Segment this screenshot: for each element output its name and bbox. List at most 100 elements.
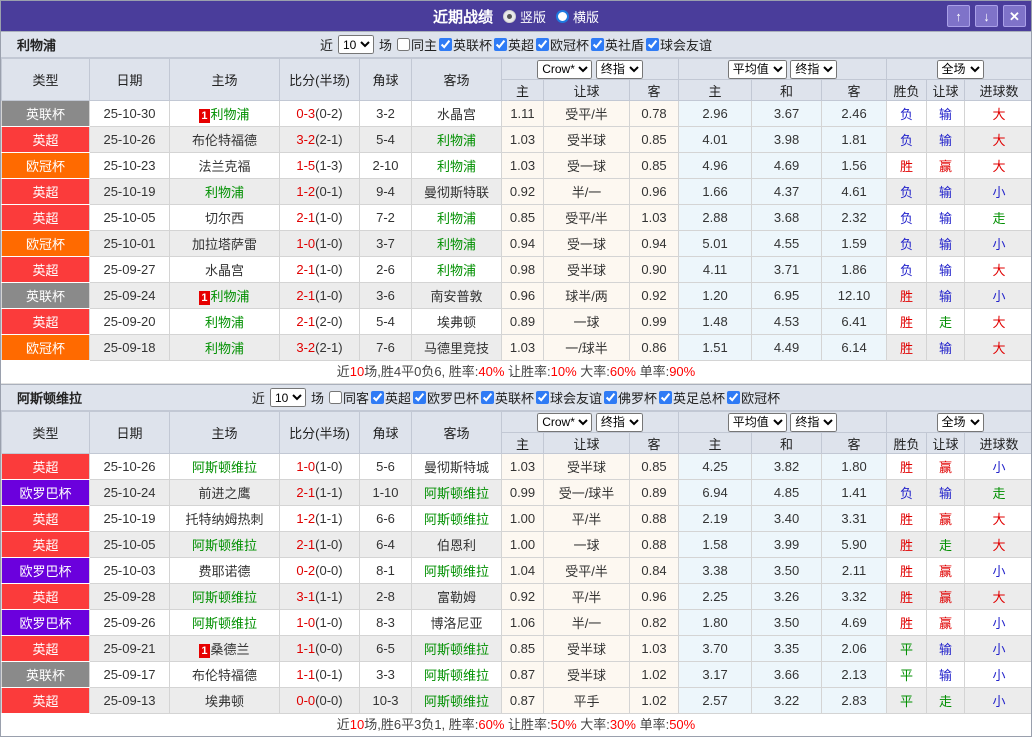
away-team-cell: 伯恩利 [411,531,502,558]
avg-home-odds: 3.17 [678,661,753,688]
crow-handicap: 受半球 [543,661,630,688]
avg-away-odds: 2.46 [821,100,888,127]
crow-handicap: 受半球 [543,635,630,662]
crow-away-odds: 0.82 [628,609,680,636]
header-type: 类型 [1,411,90,454]
team-label: 利物浦 [436,211,476,226]
recent-count-select[interactable]: 10 [337,35,374,54]
odds-stage-select-1[interactable]: 终指 [595,412,643,432]
team-label: 阿斯顿维拉 [191,460,257,475]
home-team-cell: 阿斯顿维拉 [169,609,280,636]
crow-away-odds: 0.78 [628,100,680,127]
handicap-result-cell: 赢 [926,583,966,610]
goals-result-cell: 大 [964,505,1031,532]
bookmaker-select[interactable]: Crow* [537,59,593,79]
filter-英超[interactable]: 英超 [370,388,411,407]
corners-cell: 1-10 [359,479,412,506]
filter-label: 佛罗杯 [618,391,658,406]
games-label: 场 [378,38,392,53]
halftime-score: (1-0) [315,537,343,552]
subheader-crow-handicap: 让球 [543,79,630,101]
date-cell: 25-10-26 [89,453,170,480]
halftime-score: (2-1) [315,340,343,355]
home-team-cell: 阿斯顿维拉 [169,583,280,610]
filter-checkbox[interactable] [438,38,452,51]
odds-stage-select-2[interactable]: 终指 [790,412,838,432]
filter-checkbox[interactable] [536,391,550,404]
average-select[interactable]: 平均值 [727,412,787,432]
crow-home-odds: 1.03 [501,126,544,153]
home-team-cell: 前进之鹰 [169,479,280,506]
goals-result-cell: 小 [964,453,1031,480]
filter-英足总杯[interactable]: 英足总杯 [659,388,725,407]
filter-checkbox[interactable] [536,38,550,51]
down-arrow-icon: ↓ [983,8,990,24]
filter-checkbox[interactable] [604,391,618,404]
filter-checkbox[interactable] [396,38,410,51]
filter-欧冠杯[interactable]: 欧冠杯 [536,35,589,54]
crow-home-odds: 0.87 [501,687,544,714]
result-cell: 胜 [886,453,928,480]
filter-英联杯[interactable]: 英联杯 [481,388,534,407]
goals-result-cell: 小 [964,661,1031,688]
filter-checkbox[interactable] [659,391,673,404]
filter-佛罗杯[interactable]: 佛罗杯 [604,388,657,407]
filter-label: 英超 [508,38,535,53]
filter-球会友谊[interactable]: 球会友谊 [646,35,712,54]
goals-result-cell: 大 [964,334,1031,361]
filter-checkbox[interactable] [727,391,741,404]
close-button[interactable]: ✕ [1003,5,1026,27]
recent-count-select[interactable]: 10 [269,388,306,407]
avg-away-odds: 2.32 [821,204,888,231]
average-select[interactable]: 平均值 [727,59,787,79]
filter-同客[interactable]: 同客 [328,388,369,407]
bookmaker-select[interactable]: Crow* [537,412,593,432]
filter-label: 欧罗巴杯 [426,391,479,406]
filter-checkbox[interactable] [481,391,494,404]
crow-away-odds: 1.03 [628,635,680,662]
crow-handicap: 受一/球半 [543,479,630,506]
avg-away-odds: 2.06 [821,635,888,662]
team-label: 马德里竞技 [423,341,489,356]
results-table: 类型 日期 主场 比分(半场) 角球 客场 Crow* 终指 平均值 终指 全场… [1,411,1031,714]
odds-stage-select-1[interactable]: 终指 [595,59,643,79]
filter-同主[interactable]: 同主 [396,35,437,54]
filter-checkbox[interactable] [494,38,507,51]
fulltime-score: 1-2 [296,511,316,526]
move-down-button[interactable]: ↓ [975,5,998,27]
avg-draw-odds: 4.85 [751,479,823,506]
match-row: 欧冠杯 25-09-18 利物浦 3-2(2-1) 7-6 马德里竞技 1.03 一/球半 0.… [1,334,1031,361]
fullmatch-select[interactable]: 全场 [936,412,984,432]
filter-欧冠杯[interactable]: 欧冠杯 [727,388,780,407]
close-icon: ✕ [1009,8,1020,24]
filter-checkbox[interactable] [370,391,384,404]
corners-cell: 7-6 [359,334,412,361]
team-label: 利物浦 [204,315,244,330]
layout-radio-vertical[interactable]: 竖版 [502,7,546,26]
fulltime-score: 2-1 [296,262,316,277]
move-up-button[interactable]: ↑ [947,5,970,27]
filter-英社盾[interactable]: 英社盾 [591,35,644,54]
handicap-result-cell: 输 [926,178,966,205]
filter-球会友谊[interactable]: 球会友谊 [536,388,602,407]
filter-checkbox[interactable] [646,38,660,51]
filter-checkbox[interactable] [328,391,342,404]
goals-result-cell: 小 [964,178,1031,205]
odds-stage-select-2[interactable]: 终指 [790,59,838,79]
crow-home-odds: 0.89 [501,308,544,335]
filter-英超[interactable]: 英超 [494,35,534,54]
layout-radio-horizontal[interactable]: 横版 [556,7,599,26]
avg-home-odds: 1.48 [678,308,753,335]
filter-checkbox[interactable] [591,38,605,51]
summary-stat-label: 让胜率: [504,717,551,732]
subheader-avg-draw: 和 [751,432,823,454]
corners-cell: 2-8 [359,583,412,610]
filter-checkbox[interactable] [412,391,426,404]
avg-home-odds: 4.01 [678,126,753,153]
home-team-cell: 加拉塔萨雷 [169,230,280,257]
fullmatch-select[interactable]: 全场 [936,59,984,79]
filter-英联杯[interactable]: 英联杯 [438,35,492,54]
corners-cell: 10-3 [359,687,412,714]
date-cell: 25-09-26 [89,609,170,636]
filter-欧罗巴杯[interactable]: 欧罗巴杯 [412,388,479,407]
